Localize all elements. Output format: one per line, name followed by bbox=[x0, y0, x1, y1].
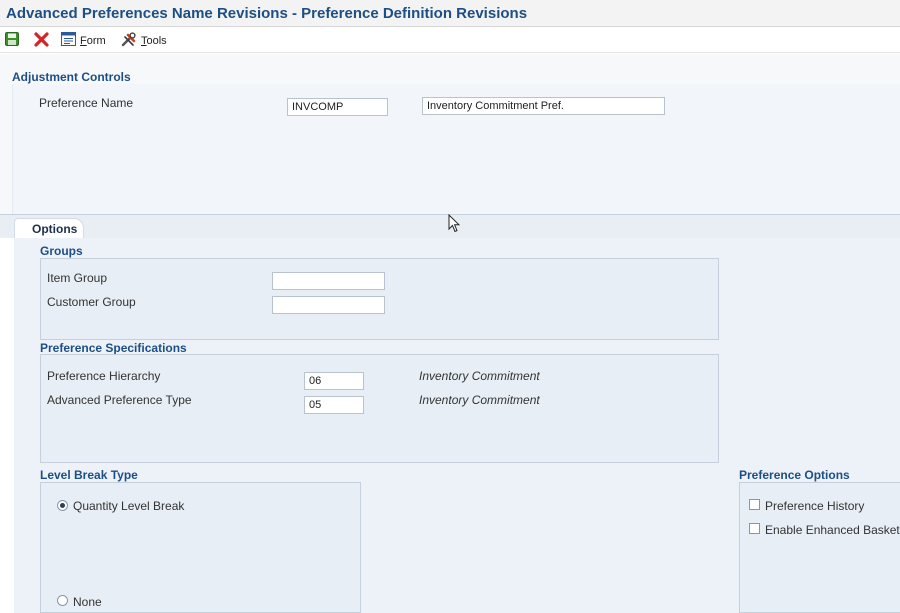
tools-menu-button[interactable]: Tools bbox=[121, 31, 167, 50]
enable-enhanced-basket-checkbox[interactable] bbox=[749, 523, 760, 534]
quantity-level-break-label[interactable]: Quantity Level Break bbox=[73, 499, 184, 513]
groups-header: Groups bbox=[40, 244, 83, 258]
enable-enhanced-basket-label[interactable]: Enable Enhanced Basket bbox=[765, 523, 900, 537]
preference-hierarchy-input[interactable] bbox=[304, 372, 364, 390]
close-icon bbox=[34, 31, 49, 50]
form-icon bbox=[61, 32, 76, 49]
quantity-level-break-radio[interactable] bbox=[57, 500, 68, 511]
form-menu-button[interactable]: Form bbox=[61, 32, 106, 49]
preference-name-input[interactable] bbox=[287, 98, 388, 116]
preference-name-label: Preference Name bbox=[39, 96, 134, 110]
item-group-label: Item Group bbox=[47, 271, 108, 285]
title-bar: Advanced Preferences Name Revisions - Pr… bbox=[0, 0, 900, 27]
preference-options-header: Preference Options bbox=[739, 468, 850, 482]
preference-hierarchy-label: Preference Hierarchy bbox=[47, 369, 161, 383]
tools-icon bbox=[121, 31, 137, 50]
tab-options[interactable]: Options bbox=[14, 218, 84, 239]
level-break-type-header: Level Break Type bbox=[40, 468, 138, 482]
preference-description-input[interactable] bbox=[422, 97, 665, 115]
adjustment-controls-header: Adjustment Controls bbox=[12, 70, 131, 84]
form-menu-label: Form bbox=[80, 34, 106, 47]
item-group-input[interactable] bbox=[272, 272, 385, 290]
tab-options-label: Options bbox=[32, 222, 78, 236]
advanced-preference-type-description: Inventory Commitment bbox=[419, 393, 540, 407]
cancel-button[interactable] bbox=[34, 31, 49, 50]
advanced-preference-type-input[interactable] bbox=[304, 396, 364, 414]
toolbar: Form Tools bbox=[0, 28, 900, 53]
tools-menu-label: Tools bbox=[141, 34, 167, 47]
none-label[interactable]: None bbox=[73, 595, 102, 609]
customer-group-label: Customer Group bbox=[47, 295, 136, 309]
window-title: Advanced Preferences Name Revisions - Pr… bbox=[6, 5, 528, 22]
save-button[interactable] bbox=[5, 32, 19, 49]
preference-specifications-header: Preference Specifications bbox=[40, 341, 187, 355]
preference-history-label[interactable]: Preference History bbox=[765, 499, 864, 513]
advanced-preference-type-label: Advanced Preference Type bbox=[47, 393, 192, 407]
none-radio[interactable] bbox=[57, 595, 68, 606]
preference-history-checkbox[interactable] bbox=[749, 499, 760, 510]
customer-group-input[interactable] bbox=[272, 296, 385, 314]
mouse-pointer-icon bbox=[448, 213, 461, 236]
save-icon bbox=[5, 32, 19, 49]
preference-hierarchy-description: Inventory Commitment bbox=[419, 369, 540, 383]
